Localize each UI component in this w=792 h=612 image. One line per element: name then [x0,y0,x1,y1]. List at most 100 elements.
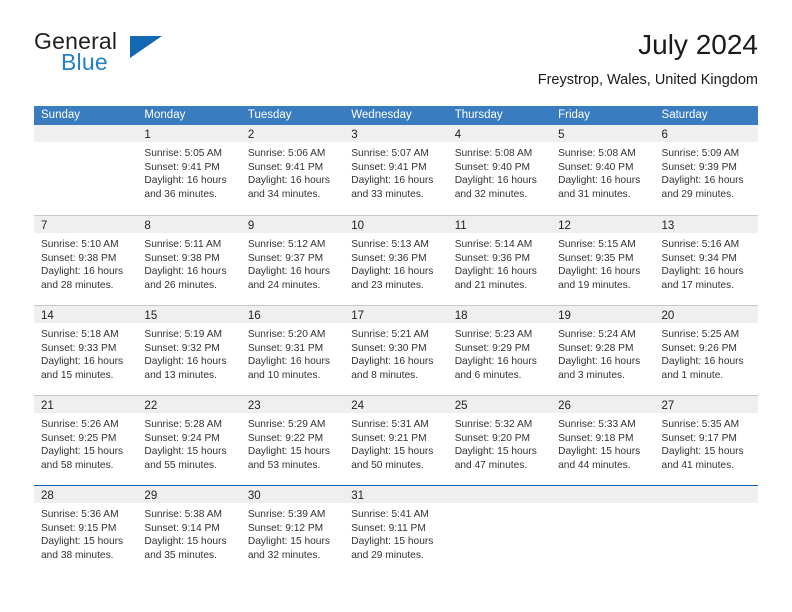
day-details: Sunrise: 5:19 AM Sunset: 9:32 PM Daylight:… [137,323,240,382]
day-cell[interactable]: 3 Sunrise: 5:07 AM Sunset: 9:41 PM Daylight… [344,125,448,215]
sunset-text: Sunset: 9:38 PM [144,252,220,264]
day-number-band [34,125,138,142]
day-cell[interactable]: 19 Sunrise: 5:24 AM Sunset: 9:28 PM Dayligh… [551,306,655,395]
day-cell[interactable]: 28 Sunrise: 5:36 AM Sunset: 9:15 PM Dayligh… [34,486,138,575]
day-cell[interactable]: 25 Sunrise: 5:32 AM Sunset: 9:20 PM Dayligh… [447,396,552,485]
day-details: Sunrise: 5:24 AM Sunset: 9:28 PM Daylight:… [551,323,654,382]
day-number-band: 23 [240,396,345,413]
day-details: Sunrise: 5:09 AM Sunset: 9:39 PM Daylight:… [655,142,758,201]
day-cell[interactable]: 16 Sunrise: 5:20 AM Sunset: 9:31 PM Dayligh… [240,306,345,395]
day-cell[interactable]: 22 Sunrise: 5:28 AM Sunset: 9:24 PM Dayligh… [137,396,241,485]
day-cell[interactable]: 7 Sunrise: 5:10 AM Sunset: 9:38 PM Daylight… [34,216,138,305]
day-cell[interactable]: 5 Sunrise: 5:08 AM Sunset: 9:40 PM Daylight… [551,125,655,215]
day-number: 16 [247,310,261,322]
sunset-text: Sunset: 9:20 PM [454,432,531,444]
week-row: 14 Sunrise: 5:18 AM Sunset: 9:33 PM Dayligh… [34,305,758,395]
day-number: 31 [351,490,365,502]
sunrise-text: Sunrise: 5:16 AM [661,239,740,250]
day-cell[interactable]: 23 Sunrise: 5:29 AM Sunset: 9:22 PM Dayligh… [240,396,345,485]
day-details: Sunrise: 5:15 AM Sunset: 9:35 PM Daylight:… [551,233,654,292]
day-number: 7 [41,220,48,232]
week-row: 1 Sunrise: 5:05 AM Sunset: 9:41 PM Daylight… [34,125,758,215]
day-details: Sunrise: 5:08 AM Sunset: 9:40 PM Daylight:… [448,142,551,201]
week-row: 28 Sunrise: 5:36 AM Sunset: 9:15 PM Dayligh… [34,485,758,575]
sunrise-text: Sunrise: 5:39 AM [247,509,326,520]
daylight-text: Daylight: 16 hours and 13 minutes. [144,356,227,381]
daylight-text: Daylight: 16 hours and 29 minutes. [661,175,744,200]
weekday-header-tuesday: Tuesday [247,109,292,121]
day-cell[interactable]: 1 Sunrise: 5:05 AM Sunset: 9:41 PM Daylight… [137,125,241,215]
day-cell[interactable]: 8 Sunrise: 5:11 AM Sunset: 9:38 PM Daylight… [137,216,241,305]
week-row: 7 Sunrise: 5:10 AM Sunset: 9:38 PM Daylight… [34,215,758,305]
daylight-text: Daylight: 16 hours and 32 minutes. [454,175,537,200]
page-title: July 2024 [638,29,758,60]
day-details: Sunrise: 5:35 AM Sunset: 9:17 PM Daylight:… [655,413,758,472]
day-cell[interactable]: 10 Sunrise: 5:13 AM Sunset: 9:36 PM Dayligh… [344,216,448,305]
day-cell[interactable]: 2 Sunrise: 5:06 AM Sunset: 9:41 PM Daylight… [240,125,345,215]
weekday-header-sunday: Sunday [41,109,81,121]
sunset-text: Sunset: 9:31 PM [247,342,324,354]
daylight-text: Daylight: 15 hours and 47 minutes. [454,446,537,471]
day-number-band: 6 [654,125,758,142]
sunset-text: Sunset: 9:28 PM [558,342,634,354]
day-cell[interactable]: 21 Sunrise: 5:26 AM Sunset: 9:25 PM Dayligh… [34,396,138,485]
day-cell[interactable]: 4 Sunrise: 5:08 AM Sunset: 9:40 PM Daylight… [447,125,552,215]
daylight-text: Daylight: 16 hours and 36 minutes. [144,175,227,200]
sunrise-text: Sunrise: 5:29 AM [247,419,326,430]
day-cell[interactable]: 13 Sunrise: 5:16 AM Sunset: 9:34 PM Dayligh… [654,216,758,305]
weekday-header-friday: Friday [558,109,591,121]
day-cell[interactable]: 6 Sunrise: 5:09 AM Sunset: 9:39 PM Daylight… [654,125,758,215]
day-number-band [447,486,552,503]
sunset-text: Sunset: 9:22 PM [247,432,324,444]
day-cell[interactable]: 31 Sunrise: 5:41 AM Sunset: 9:11 PM Dayligh… [344,486,448,575]
day-number: 30 [247,490,261,502]
daylight-text: Daylight: 15 hours and 41 minutes. [661,446,744,471]
sunrise-text: Sunrise: 5:38 AM [144,509,223,520]
day-details: Sunrise: 5:23 AM Sunset: 9:29 PM Daylight:… [448,323,551,382]
sunset-text: Sunset: 9:36 PM [454,252,531,264]
day-cell[interactable]: 17 Sunrise: 5:21 AM Sunset: 9:30 PM Dayligh… [344,306,448,395]
sunset-text: Sunset: 9:41 PM [144,161,220,173]
day-cell[interactable]: 9 Sunrise: 5:12 AM Sunset: 9:37 PM Daylight… [240,216,345,305]
day-cell[interactable]: 26 Sunrise: 5:33 AM Sunset: 9:18 PM Dayligh… [551,396,655,485]
daylight-text: Daylight: 16 hours and 10 minutes. [247,356,330,381]
day-cell[interactable]: 24 Sunrise: 5:31 AM Sunset: 9:21 PM Dayligh… [344,396,448,485]
day-details: Sunrise: 5:28 AM Sunset: 9:24 PM Daylight:… [137,413,240,472]
sunrise-text: Sunrise: 5:21 AM [351,329,429,340]
day-cell[interactable]: 12 Sunrise: 5:15 AM Sunset: 9:35 PM Dayligh… [551,216,655,305]
calendar-grid: Sunday Monday Tuesday Wednesday Thursday… [34,106,758,575]
day-number-band: 9 [240,216,345,233]
day-number-band: 30 [240,486,345,503]
day-number: 15 [144,310,158,322]
sunrise-text: Sunrise: 5:05 AM [144,148,223,159]
weekday-header-wednesday: Wednesday [351,109,412,121]
day-number-band: 21 [34,396,138,413]
weekday-header-row: Sunday Monday Tuesday Wednesday Thursday… [34,106,758,125]
sunset-text: Sunset: 9:30 PM [351,342,427,354]
day-cell[interactable]: 27 Sunrise: 5:35 AM Sunset: 9:17 PM Dayligh… [654,396,758,485]
day-cell[interactable]: 14 Sunrise: 5:18 AM Sunset: 9:33 PM Dayligh… [34,306,138,395]
page-subtitle: Freystrop, Wales, United Kingdom [537,72,758,88]
day-cell[interactable]: 11 Sunrise: 5:14 AM Sunset: 9:36 PM Dayligh… [447,216,552,305]
daylight-text: Daylight: 16 hours and 19 minutes. [558,266,641,291]
day-number-band: 3 [344,125,448,142]
sunrise-text: Sunrise: 5:06 AM [247,148,326,159]
daylight-text: Daylight: 15 hours and 29 minutes. [351,536,434,561]
day-cell[interactable]: 20 Sunrise: 5:25 AM Sunset: 9:26 PM Dayligh… [654,306,758,395]
sunset-text: Sunset: 9:29 PM [454,342,531,354]
day-number: 25 [454,400,468,412]
title-block: July 2024 Freystrop, Wales, United Kingd… [538,28,758,90]
day-number: 11 [454,220,467,232]
day-details: Sunrise: 5:13 AM Sunset: 9:36 PM Daylight:… [344,233,447,292]
day-cell[interactable]: 29 Sunrise: 5:38 AM Sunset: 9:14 PM Dayligh… [137,486,241,575]
brand-logo[interactable]: General Blue [34,28,254,90]
day-cell-empty [551,486,655,575]
day-number: 5 [558,129,565,141]
day-cell[interactable]: 30 Sunrise: 5:39 AM Sunset: 9:12 PM Dayligh… [240,486,345,575]
day-cell[interactable]: 18 Sunrise: 5:23 AM Sunset: 9:29 PM Dayligh… [447,306,552,395]
day-number-band: 8 [137,216,241,233]
day-number-band: 17 [344,306,448,323]
day-details: Sunrise: 5:10 AM Sunset: 9:38 PM Daylight:… [34,233,137,292]
day-cell[interactable]: 15 Sunrise: 5:19 AM Sunset: 9:32 PM Dayligh… [137,306,241,395]
day-number-band: 27 [654,396,758,413]
